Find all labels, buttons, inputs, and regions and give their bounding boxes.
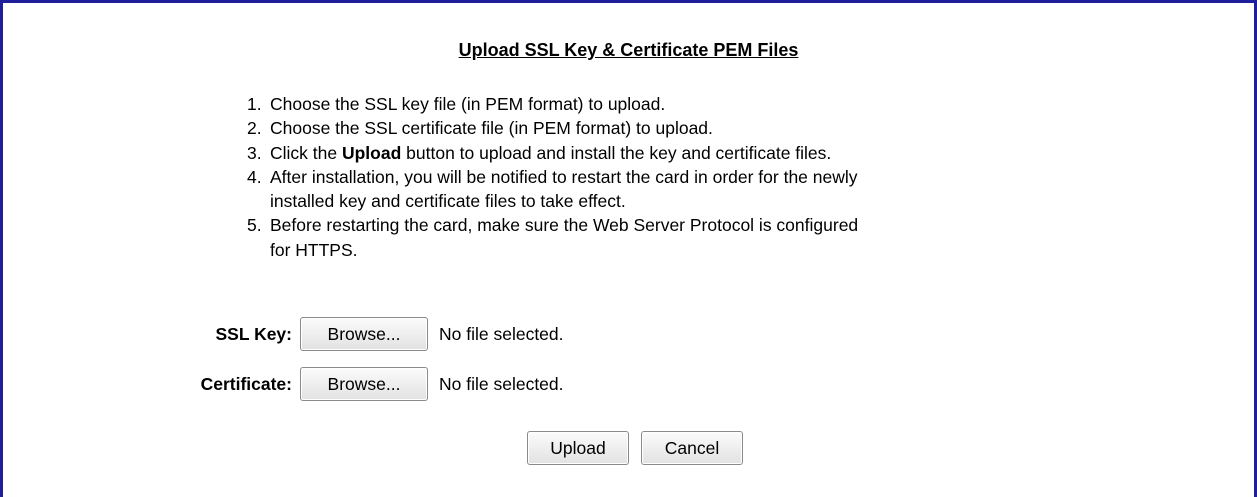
upload-button[interactable]: Upload [527,431,629,465]
instruction-step: 4. After installation, you will be notif… [247,165,858,214]
certificate-browse-button[interactable]: Browse... [300,367,428,401]
certificate-row: Certificate: Browse... No file selected. [201,367,564,401]
certificate-label: Certificate: [200,373,292,394]
page-title: Upload SSL Key & Certificate PEM Files [458,40,799,60]
instruction-step: 5. Before restarting the card, make sure… [247,213,858,262]
action-buttons: Upload Cancel [527,431,743,465]
certificate-file-status: No file selected. [439,373,564,394]
step-text: Before restarting the card, make sure th… [270,215,859,236]
step-number: 5. [247,215,262,236]
instruction-step: 3. Click the Upload button to upload and… [247,141,858,165]
step-number: 2. [247,118,262,139]
step-text: Choose the SSL certificate file (in PEM … [270,118,713,139]
step-text-continued: for HTTPS. [270,239,358,260]
ssl-key-browse-button[interactable]: Browse... [300,317,428,351]
instruction-step: 1. Choose the SSL key file (in PEM forma… [247,92,858,116]
upload-dialog: Upload SSL Key & Certificate PEM Files 1… [0,0,1257,497]
step-text: Choose the SSL key file (in PEM format) … [270,94,666,114]
step-text-pre: Click the [270,142,342,163]
step-text: After installation, you will be notified… [270,166,858,187]
instruction-step: 2. Choose the SSL certificate file (in P… [247,116,858,140]
instruction-list: 1. Choose the SSL key file (in PEM forma… [247,92,858,262]
ssl-key-file-status: No file selected. [439,323,564,344]
step-text-post: button to upload and install the key and… [401,142,832,163]
step-number: 4. [247,166,262,187]
step-text-continued: installed key and certificate files to t… [270,191,626,212]
ssl-key-row: SSL Key: Browse... No file selected. [215,317,564,351]
step-text-bold: Upload [341,142,402,163]
ssl-key-label: SSL Key: [215,323,292,344]
step-number: 3. [247,142,262,163]
cancel-button[interactable]: Cancel [641,431,743,465]
step-number: 1. [247,94,262,114]
